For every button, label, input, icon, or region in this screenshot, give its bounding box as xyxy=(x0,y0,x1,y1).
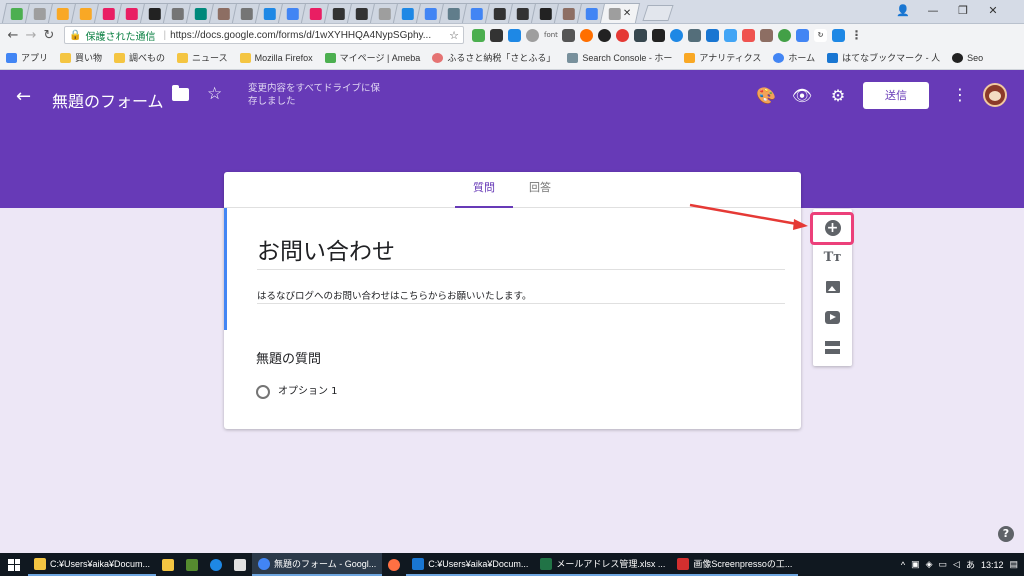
excel-icon xyxy=(540,557,553,570)
notifications-icon[interactable]: ▤ xyxy=(1009,559,1018,570)
image-icon xyxy=(825,281,840,293)
form-side-toolbar: + Tт xyxy=(810,209,854,366)
add-circle-icon: + xyxy=(824,220,841,236)
arrow-line xyxy=(689,203,798,226)
battery-icon[interactable]: ▭ xyxy=(939,559,948,570)
ime-indicator[interactable]: あ xyxy=(966,558,975,571)
add-video-button[interactable] xyxy=(813,304,852,330)
system-tray: ^ ▣ ◈ ▭ ◁ あ 13:12 ▤ xyxy=(901,558,1024,571)
clock[interactable]: 13:12 xyxy=(981,560,1004,570)
file-explorer-icon xyxy=(162,558,175,571)
dropbox-icon[interactable]: ◈ xyxy=(926,559,933,570)
annotation-arrow xyxy=(689,203,808,230)
chrome-icon xyxy=(258,557,271,570)
taskbar-pin[interactable] xyxy=(204,553,228,576)
firefox-icon xyxy=(388,558,401,571)
arrow-head xyxy=(793,219,808,230)
taskbar-pin[interactable] xyxy=(156,553,180,576)
explorer-icon xyxy=(34,557,46,570)
taskbar-item-screenpresso[interactable]: 画像Screenpressoの工... xyxy=(671,553,799,576)
edge-icon xyxy=(210,558,223,571)
screenpresso-icon xyxy=(677,557,690,570)
start-button[interactable] xyxy=(0,553,28,576)
explorer-window-icon xyxy=(412,557,425,570)
windows-taskbar: C:¥Users¥aika¥Docum... 無題のフォーム - Googl..… xyxy=(0,553,1024,576)
taskbar-pin[interactable] xyxy=(228,553,252,576)
tray-expand-icon[interactable]: ^ xyxy=(901,560,905,570)
add-question-button[interactable]: + xyxy=(813,215,852,241)
taskbar-item-excel[interactable]: メールアドレス管理.xlsx ... xyxy=(534,553,672,576)
help-icon[interactable]: ? xyxy=(998,526,1014,542)
windows-logo-icon xyxy=(8,558,20,571)
volume-icon[interactable]: ◁ xyxy=(953,559,960,570)
tray-app-icon[interactable]: ▣ xyxy=(911,559,920,570)
title-text-icon: Tт xyxy=(823,249,842,265)
taskbar-item-chrome[interactable]: 無題のフォーム - Googl... xyxy=(252,553,383,576)
taskbar-item[interactable]: C:¥Users¥aika¥Docum... xyxy=(28,553,157,576)
paint-icon xyxy=(234,558,247,571)
taskbar-item[interactable]: C:¥Users¥aika¥Docum... xyxy=(406,553,535,576)
taskbar-pin[interactable] xyxy=(382,553,406,576)
add-section-button[interactable] xyxy=(813,334,852,360)
video-icon xyxy=(825,310,840,324)
taskbar-pin[interactable] xyxy=(180,553,204,576)
app-icon xyxy=(186,558,199,571)
add-image-button[interactable] xyxy=(813,274,852,300)
section-icon xyxy=(825,340,840,354)
add-title-button[interactable]: Tт xyxy=(813,244,852,270)
